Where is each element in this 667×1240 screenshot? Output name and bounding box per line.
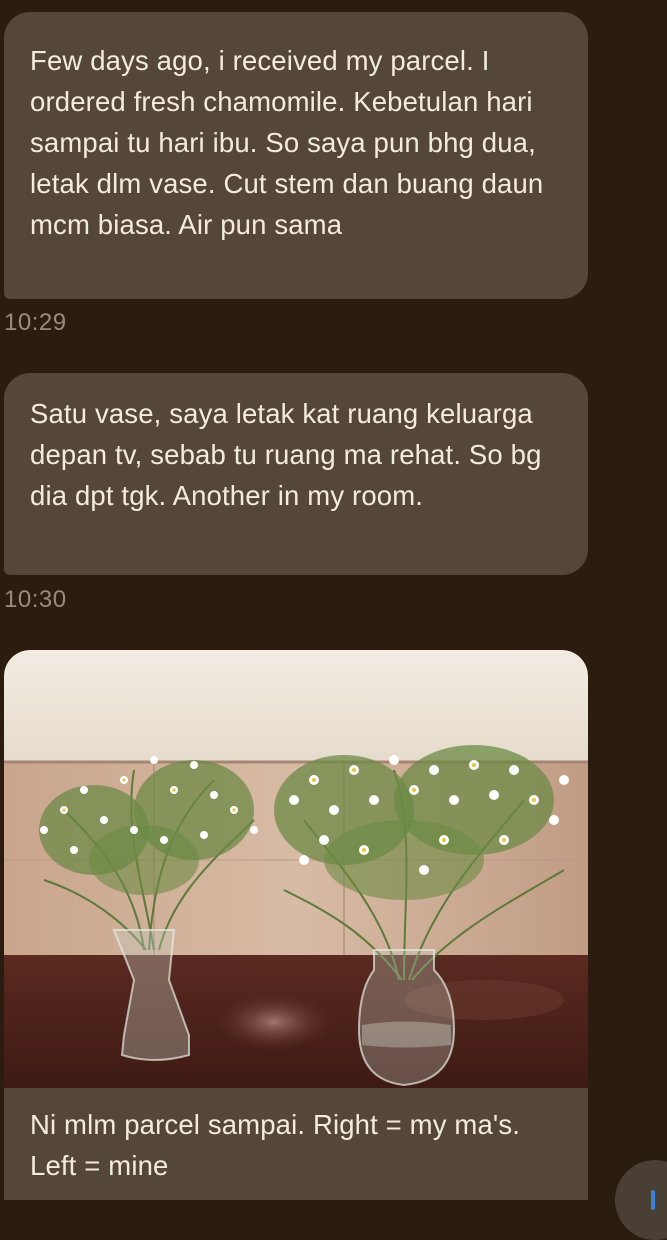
message-bubble[interactable]: Satu vase, saya letak kat ruang keluarga…: [4, 373, 588, 575]
message-timestamp: 10:29: [4, 309, 67, 336]
message-bubble[interactable]: Few days ago, i received my parcel. I or…: [4, 12, 588, 299]
message-photo[interactable]: [4, 650, 588, 1088]
message-text: Satu vase, saya letak kat ruang keluarga…: [30, 398, 550, 511]
compose-button[interactable]: [615, 1160, 667, 1240]
flower-vases-photo: [4, 650, 588, 1088]
message-timestamp: 10:30: [4, 586, 67, 613]
media-message-bubble[interactable]: Ni mlm parcel sampai. Right = my ma's. L…: [4, 650, 588, 1200]
photo-caption: Ni mlm parcel sampai. Right = my ma's. L…: [30, 1109, 528, 1181]
message-text: Few days ago, i received my parcel. I or…: [30, 45, 552, 240]
compose-icon: [651, 1190, 655, 1210]
